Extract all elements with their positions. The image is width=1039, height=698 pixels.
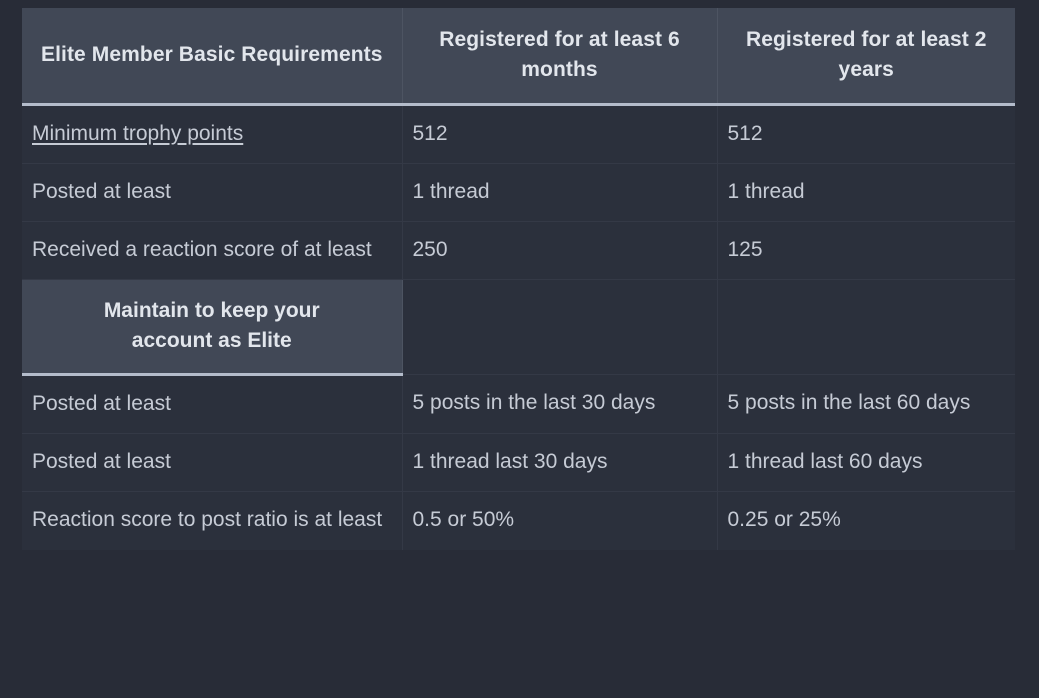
row-value-two-years: 5 posts in the last 60 days xyxy=(717,374,1015,435)
column-header-requirements: Elite Member Basic Requirements xyxy=(22,8,403,106)
row-value-two-years: 0.25 or 25% xyxy=(717,491,1015,550)
row-requirement-label: Minimum trophy points xyxy=(22,104,403,164)
table-row: Posted at least 1 thread last 30 days 1 … xyxy=(22,433,1015,493)
row-requirement-label: Posted at least xyxy=(22,374,403,435)
row-requirement-label: Posted at least xyxy=(22,163,403,223)
table-row: Posted at least 1 thread 1 thread xyxy=(22,163,1015,223)
row-requirement-label: Received a reaction score of at least xyxy=(22,221,403,281)
row-value-two-years: 512 xyxy=(717,104,1015,164)
elite-requirements-table-container: Elite Member Basic Requirements Register… xyxy=(22,8,1015,677)
column-header-six-months: Registered for at least 6 months xyxy=(402,8,718,106)
row-requirement-label: Reaction score to post ratio is at least xyxy=(22,491,403,550)
row-value-two-years: 1 thread last 60 days xyxy=(717,433,1015,493)
row-value-six-months: 0.5 or 50% xyxy=(402,491,718,550)
row-value-two-years: 125 xyxy=(717,221,1015,281)
row-requirement-label: Posted at least xyxy=(22,433,403,493)
minimum-trophy-points-link[interactable]: Minimum trophy points xyxy=(32,122,243,145)
row-value-six-months: 1 thread last 30 days xyxy=(402,433,718,493)
section-heading-blank-two-years xyxy=(717,279,1015,375)
row-value-six-months: 512 xyxy=(402,104,718,164)
table-row: Minimum trophy points 512 512 xyxy=(22,104,1015,164)
table-header: Elite Member Basic Requirements Register… xyxy=(22,8,1015,106)
row-value-six-months: 250 xyxy=(402,221,718,281)
row-value-six-months: 5 posts in the last 30 days xyxy=(402,374,718,435)
row-value-two-years: 1 thread xyxy=(717,163,1015,223)
table-body: Minimum trophy points 512 512 Posted at … xyxy=(22,104,1015,550)
elite-requirements-table: Elite Member Basic Requirements Register… xyxy=(22,8,1015,550)
column-header-two-years: Registered for at least 2 years xyxy=(717,8,1015,106)
section-heading-blank-six-months xyxy=(402,279,718,375)
row-value-six-months: 1 thread xyxy=(402,163,718,223)
table-row: Received a reaction score of at least 25… xyxy=(22,221,1015,281)
table-row: Posted at least 5 posts in the last 30 d… xyxy=(22,374,1015,435)
table-header-row: Elite Member Basic Requirements Register… xyxy=(22,8,1015,106)
table-row: Reaction score to post ratio is at least… xyxy=(22,491,1015,550)
section-heading-maintain: Maintain to keep your account as Elite xyxy=(22,279,403,376)
section-heading-row: Maintain to keep your account as Elite xyxy=(22,279,1015,376)
